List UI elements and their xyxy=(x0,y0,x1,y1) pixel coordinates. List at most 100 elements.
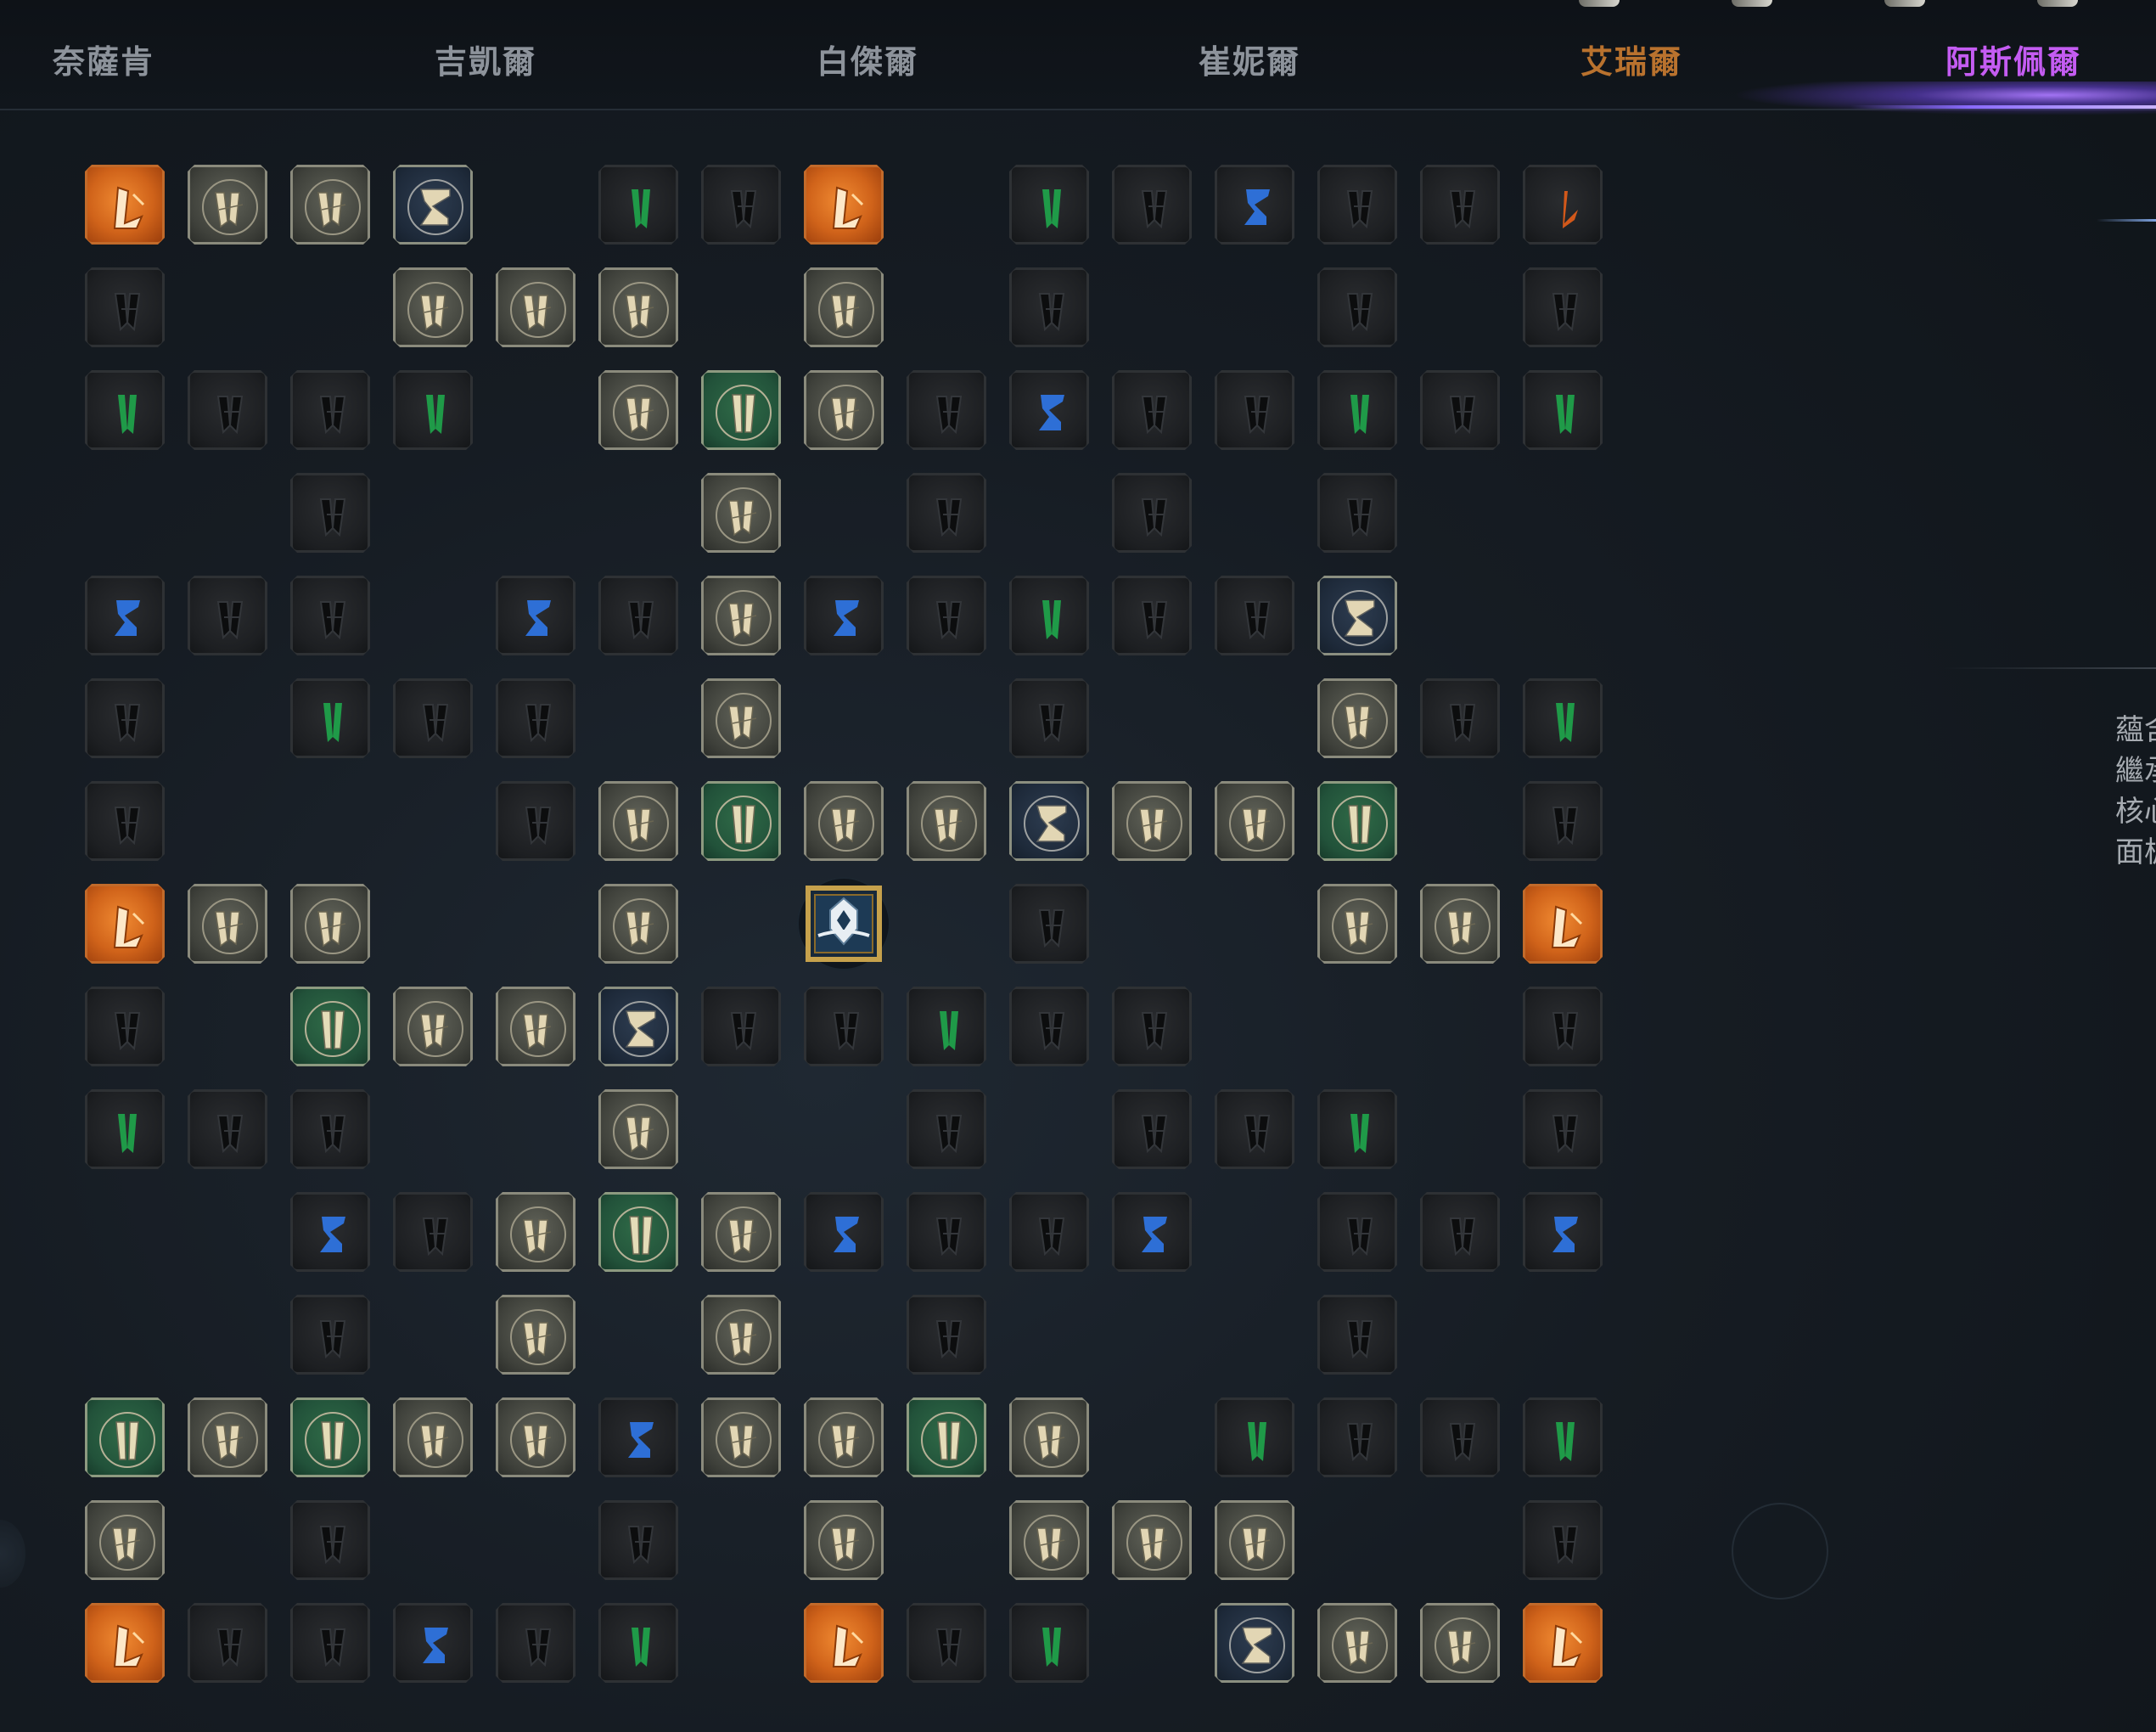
blue-glyph-node[interactable] xyxy=(1215,165,1294,245)
normal-node[interactable] xyxy=(1009,884,1089,964)
normal-node[interactable] xyxy=(1009,678,1089,758)
magic-node[interactable] xyxy=(1009,1397,1089,1477)
legendary-node[interactable] xyxy=(804,1603,884,1683)
normal-node[interactable] xyxy=(188,1603,267,1683)
magic-node[interactable] xyxy=(598,370,678,450)
magic-node[interactable] xyxy=(393,267,473,347)
normal-node[interactable] xyxy=(907,1192,986,1272)
rare-node[interactable] xyxy=(907,1397,986,1477)
normal-node[interactable] xyxy=(1009,1192,1089,1272)
magic-node[interactable] xyxy=(1215,781,1294,861)
green-glyph-node[interactable] xyxy=(1009,165,1089,245)
normal-node[interactable] xyxy=(290,370,370,450)
rare-node[interactable] xyxy=(598,1192,678,1272)
blue-glyph-node[interactable] xyxy=(1009,370,1089,450)
magic-node[interactable] xyxy=(393,1397,473,1477)
green-glyph-node[interactable] xyxy=(85,370,165,450)
blue-glyph-node[interactable] xyxy=(290,1192,370,1272)
magic-node[interactable] xyxy=(701,473,781,553)
blue-glyph-node[interactable] xyxy=(85,576,165,655)
green-glyph-node[interactable] xyxy=(1523,370,1603,450)
normal-node[interactable] xyxy=(907,1089,986,1169)
blue-glyph-node[interactable] xyxy=(804,576,884,655)
green-glyph-node[interactable] xyxy=(1317,370,1397,450)
legendary-node[interactable] xyxy=(804,165,884,245)
magic-node[interactable] xyxy=(1009,1500,1089,1580)
magic-node[interactable] xyxy=(85,1500,165,1580)
normal-node[interactable] xyxy=(1523,1500,1603,1580)
normal-node[interactable] xyxy=(1112,576,1192,655)
magic-node[interactable] xyxy=(1420,884,1500,964)
normal-node[interactable] xyxy=(1317,1397,1397,1477)
normal-node[interactable] xyxy=(1420,1397,1500,1477)
gate-node[interactable] xyxy=(393,165,473,245)
magic-node[interactable] xyxy=(1420,1603,1500,1683)
normal-node[interactable] xyxy=(1112,370,1192,450)
normal-node[interactable] xyxy=(496,781,575,861)
rare-node[interactable] xyxy=(1317,781,1397,861)
normal-node[interactable] xyxy=(393,678,473,758)
blue-glyph-node[interactable] xyxy=(393,1603,473,1683)
normal-node[interactable] xyxy=(598,576,678,655)
magic-node[interactable] xyxy=(804,781,884,861)
magic-node[interactable] xyxy=(701,1192,781,1272)
normal-node[interactable] xyxy=(907,370,986,450)
magic-node[interactable] xyxy=(188,165,267,245)
magic-node[interactable] xyxy=(496,1397,575,1477)
magic-node[interactable] xyxy=(393,987,473,1066)
normal-node[interactable] xyxy=(1317,165,1397,245)
blue-glyph-node[interactable] xyxy=(496,576,575,655)
normal-node[interactable] xyxy=(496,678,575,758)
gate-node[interactable] xyxy=(1317,576,1397,655)
orange-glyph-node[interactable] xyxy=(1523,165,1603,245)
normal-node[interactable] xyxy=(1009,987,1089,1066)
normal-node[interactable] xyxy=(290,1295,370,1375)
green-glyph-node[interactable] xyxy=(1523,678,1603,758)
normal-node[interactable] xyxy=(1523,267,1603,347)
normal-node[interactable] xyxy=(804,987,884,1066)
normal-node[interactable] xyxy=(290,1089,370,1169)
rare-node[interactable] xyxy=(701,781,781,861)
green-glyph-node[interactable] xyxy=(393,370,473,450)
normal-node[interactable] xyxy=(1215,1089,1294,1169)
magic-node[interactable] xyxy=(496,987,575,1066)
normal-node[interactable] xyxy=(1317,1192,1397,1272)
normal-node[interactable] xyxy=(1317,473,1397,553)
normal-node[interactable] xyxy=(1317,267,1397,347)
legendary-node[interactable] xyxy=(1523,1603,1603,1683)
magic-node[interactable] xyxy=(496,267,575,347)
magic-node[interactable] xyxy=(290,165,370,245)
magic-node[interactable] xyxy=(1317,884,1397,964)
rare-node[interactable] xyxy=(290,987,370,1066)
normal-node[interactable] xyxy=(85,267,165,347)
magic-node[interactable] xyxy=(701,678,781,758)
green-glyph-node[interactable] xyxy=(85,1089,165,1169)
legendary-node[interactable] xyxy=(85,884,165,964)
normal-node[interactable] xyxy=(1215,370,1294,450)
normal-node[interactable] xyxy=(598,1500,678,1580)
magic-node[interactable] xyxy=(1317,678,1397,758)
normal-node[interactable] xyxy=(290,473,370,553)
normal-node[interactable] xyxy=(1009,267,1089,347)
rare-node[interactable] xyxy=(701,370,781,450)
green-glyph-node[interactable] xyxy=(598,165,678,245)
normal-node[interactable] xyxy=(907,1603,986,1683)
normal-node[interactable] xyxy=(393,1192,473,1272)
green-glyph-node[interactable] xyxy=(1215,1397,1294,1477)
normal-node[interactable] xyxy=(290,576,370,655)
magic-node[interactable] xyxy=(1112,1500,1192,1580)
normal-node[interactable] xyxy=(1523,1089,1603,1169)
blue-glyph-node[interactable] xyxy=(1523,1192,1603,1272)
magic-node[interactable] xyxy=(804,267,884,347)
normal-node[interactable] xyxy=(907,1295,986,1375)
magic-node[interactable] xyxy=(188,1397,267,1477)
blue-glyph-node[interactable] xyxy=(804,1192,884,1272)
blue-glyph-node[interactable] xyxy=(1112,1192,1192,1272)
legendary-node[interactable] xyxy=(1523,884,1603,964)
magic-node[interactable] xyxy=(907,781,986,861)
magic-node[interactable] xyxy=(496,1295,575,1375)
normal-node[interactable] xyxy=(1420,678,1500,758)
normal-node[interactable] xyxy=(907,576,986,655)
magic-node[interactable] xyxy=(1112,781,1192,861)
magic-node[interactable] xyxy=(598,1089,678,1169)
